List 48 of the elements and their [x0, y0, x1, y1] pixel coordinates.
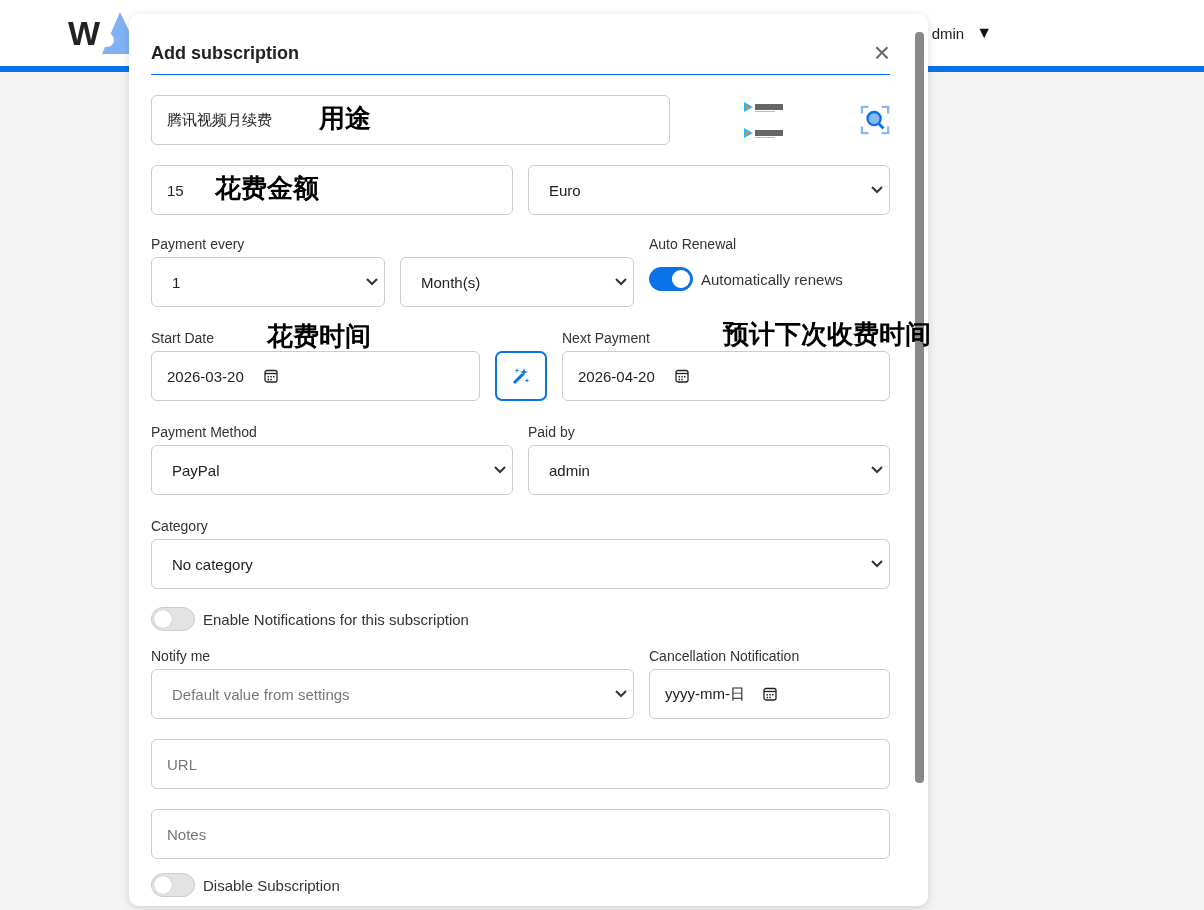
field-label: Start Date [151, 329, 215, 348]
annotation-label: 花费时间 [267, 320, 371, 353]
date-field[interactable]: 2026-04-20 [562, 351, 890, 401]
input-field[interactable]: URL [151, 739, 890, 789]
date-field[interactable]: 2026-03-20 [151, 351, 480, 401]
calendar-icon [763, 687, 777, 701]
select-field[interactable]: No category [151, 539, 890, 589]
field-label: Auto Renewal [649, 235, 737, 254]
field-label: Payment every [151, 235, 245, 254]
field-label: Notify me [151, 647, 211, 666]
chevron-icon [871, 466, 883, 474]
field-label: Next Payment [562, 329, 650, 348]
user-menu-caret[interactable]: ▼ [976, 24, 992, 42]
toggle-switch[interactable] [151, 873, 195, 897]
annotation-label: 用途 [319, 102, 371, 135]
calendar-icon [674, 369, 689, 383]
calendar-icon [263, 369, 278, 383]
magic-wand-icon [512, 367, 530, 385]
search-icon[interactable] [859, 104, 890, 136]
select-field[interactable]: admin [528, 445, 890, 495]
field-label: Category [151, 517, 208, 536]
toggle-label: Automatically renews [701, 270, 843, 288]
toggle-label: Disable Subscription [203, 876, 340, 894]
date-field[interactable]: yyyy-mm-日 [649, 669, 890, 719]
select-field[interactable]: Month(s) [400, 257, 634, 307]
field-label: Paid by [528, 423, 575, 442]
chevron-icon [615, 278, 627, 286]
close-icon[interactable]: × [873, 39, 890, 67]
chevron-icon [494, 466, 506, 474]
chevron-icon [366, 278, 378, 286]
select-field[interactable]: PayPal [151, 445, 513, 495]
modal-title: Add subscription [151, 42, 299, 64]
magic-wand-button[interactable] [495, 351, 547, 401]
user-name[interactable]: dmin [931, 24, 965, 42]
toggle-switch[interactable] [151, 607, 195, 631]
annotation-label: 花费金额 [215, 172, 319, 205]
input-field[interactable]: Notes [151, 809, 890, 859]
toggle-label: Enable Notifications for this subscription [203, 610, 469, 628]
toggle-switch[interactable] [649, 267, 693, 291]
select-field[interactable]: Euro [528, 165, 890, 215]
chevron-icon [871, 186, 883, 194]
field-label: Payment Method [151, 423, 257, 442]
annotation-label: 预计下次收费时间 [723, 318, 931, 351]
chevron-icon [871, 560, 883, 568]
select-field[interactable]: 1 [151, 257, 385, 307]
logo-letter: W [68, 13, 101, 53]
field-label: Cancellation Notification [649, 647, 800, 666]
chevron-icon [615, 690, 627, 698]
